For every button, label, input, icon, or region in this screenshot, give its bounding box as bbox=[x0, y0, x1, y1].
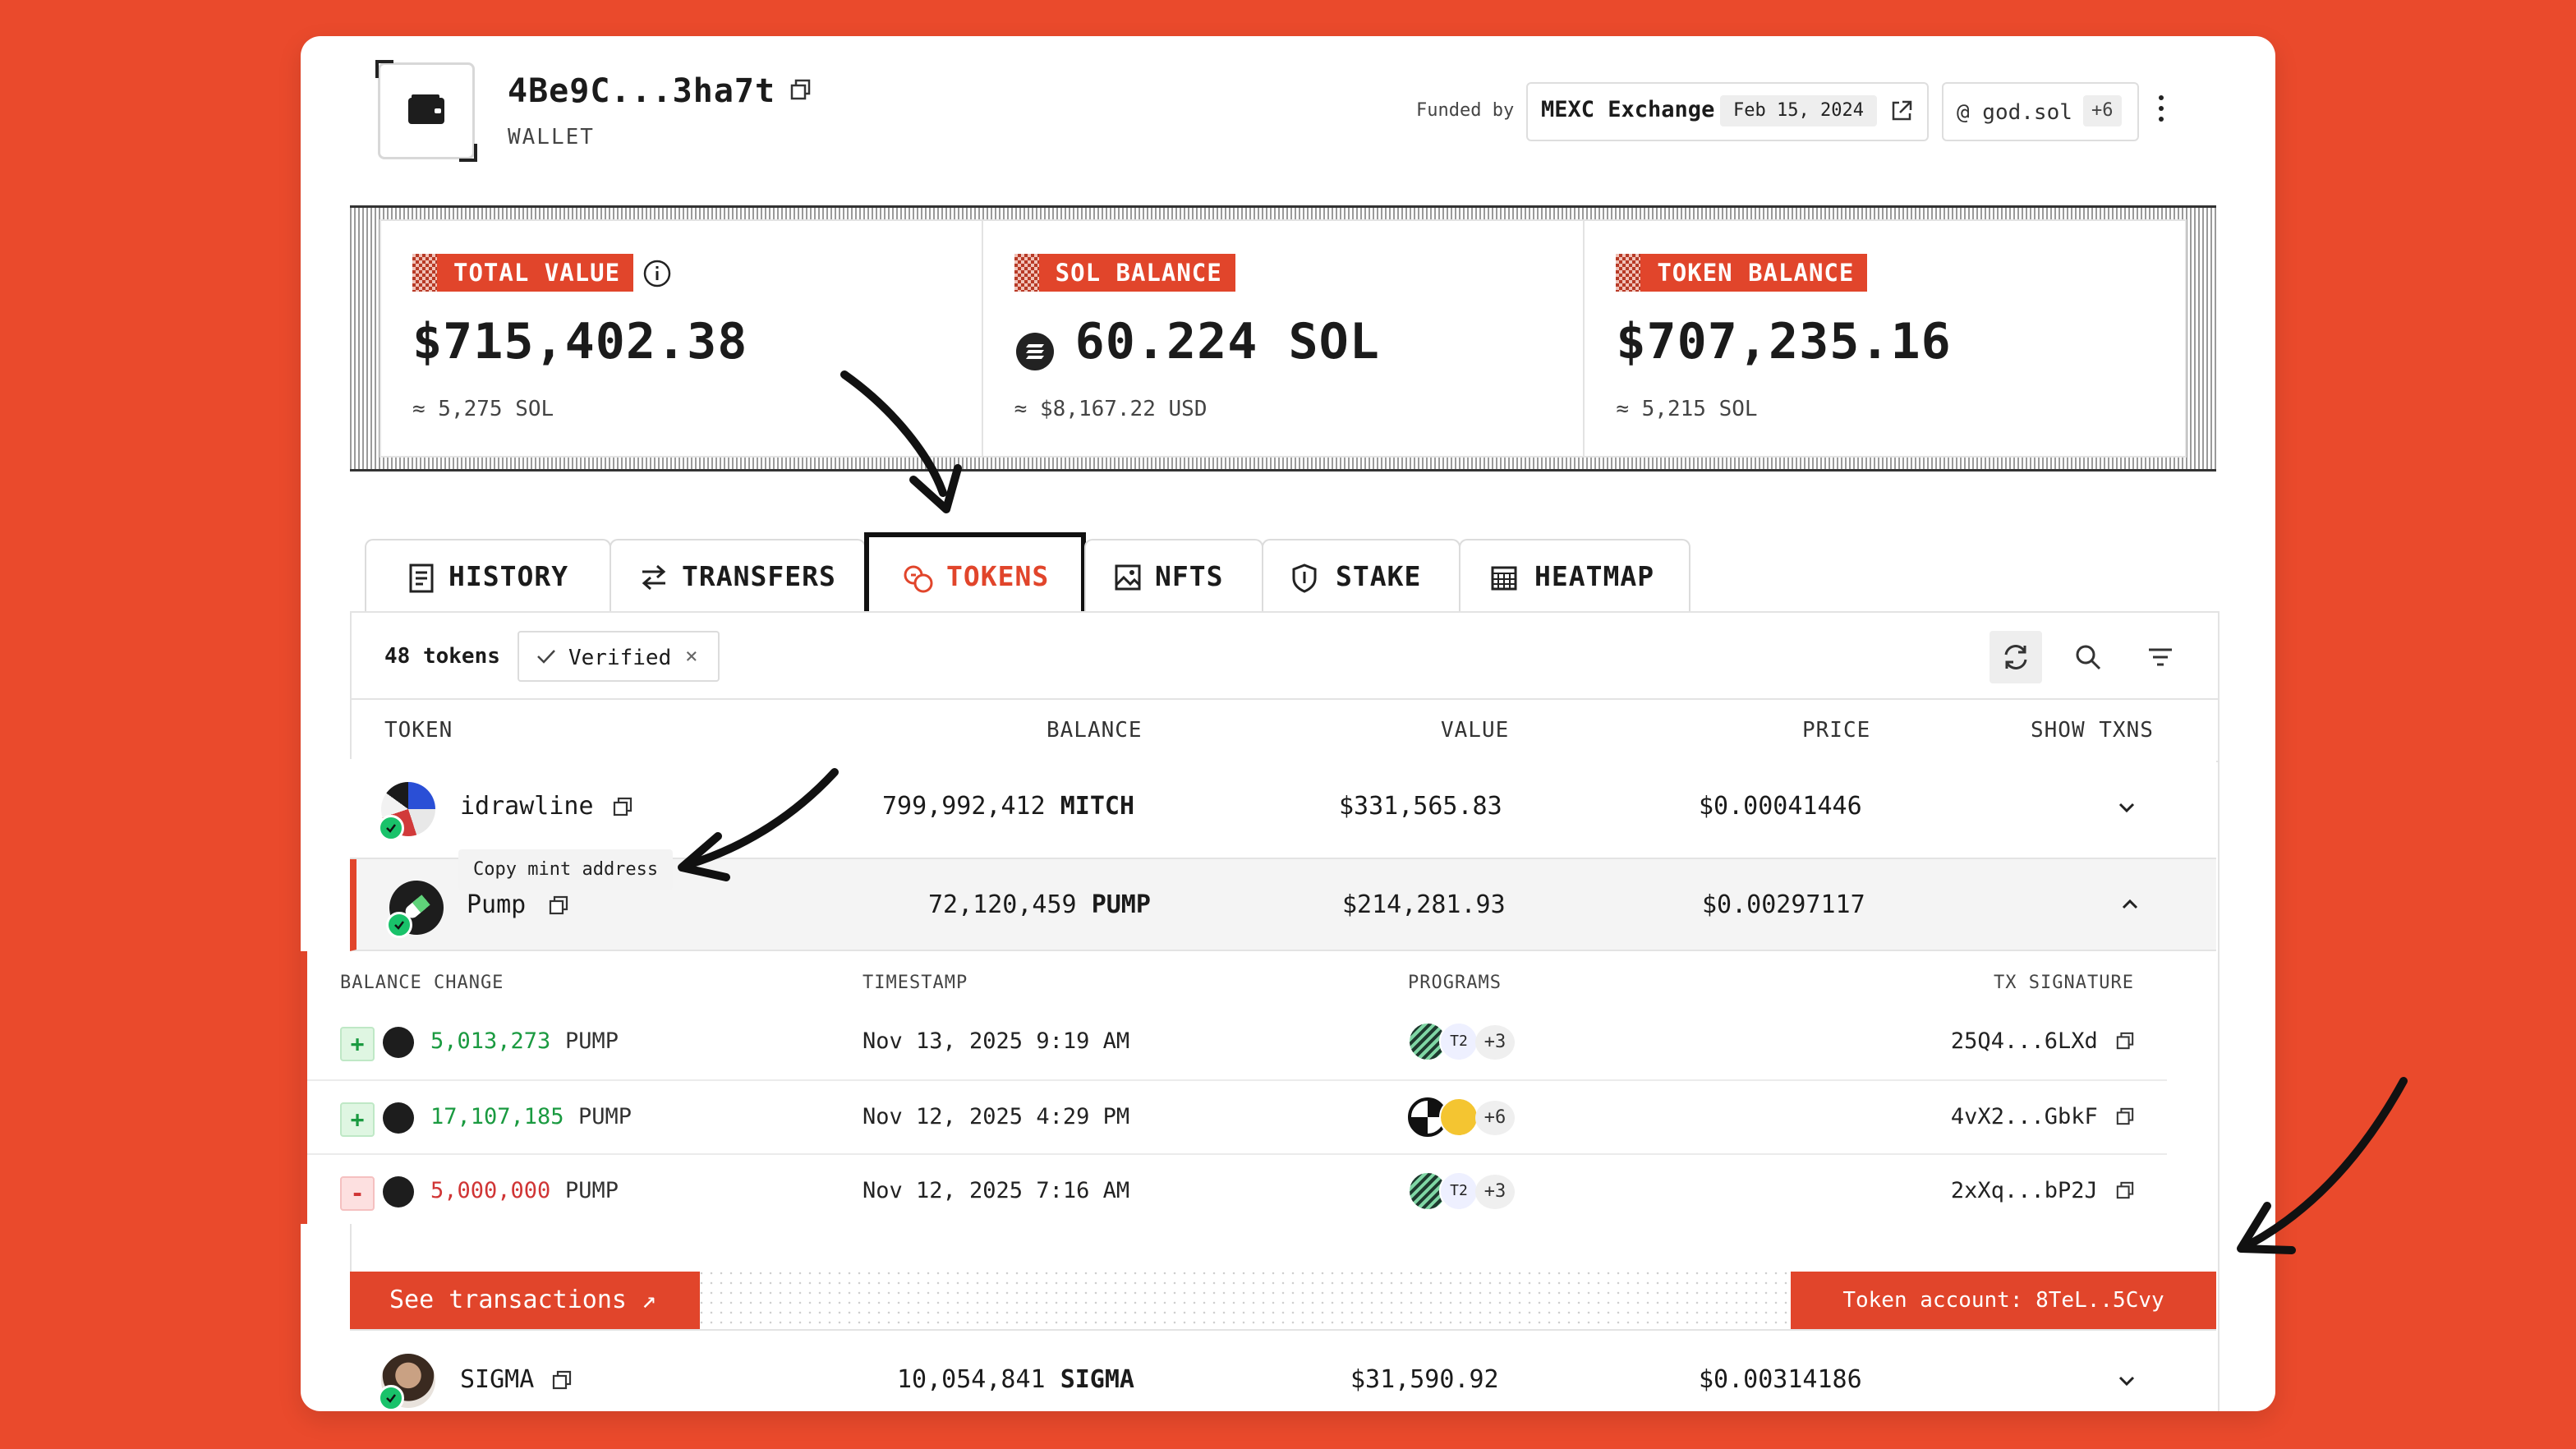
copy-mint-tooltip: Copy mint address bbox=[458, 849, 674, 890]
annotation-arrows bbox=[678, 370, 2408, 1254]
arrow-to-token-account bbox=[2237, 1077, 2408, 1254]
arrow-to-tokens-tab bbox=[840, 370, 962, 513]
arrow-to-copy-mint bbox=[678, 768, 839, 881]
